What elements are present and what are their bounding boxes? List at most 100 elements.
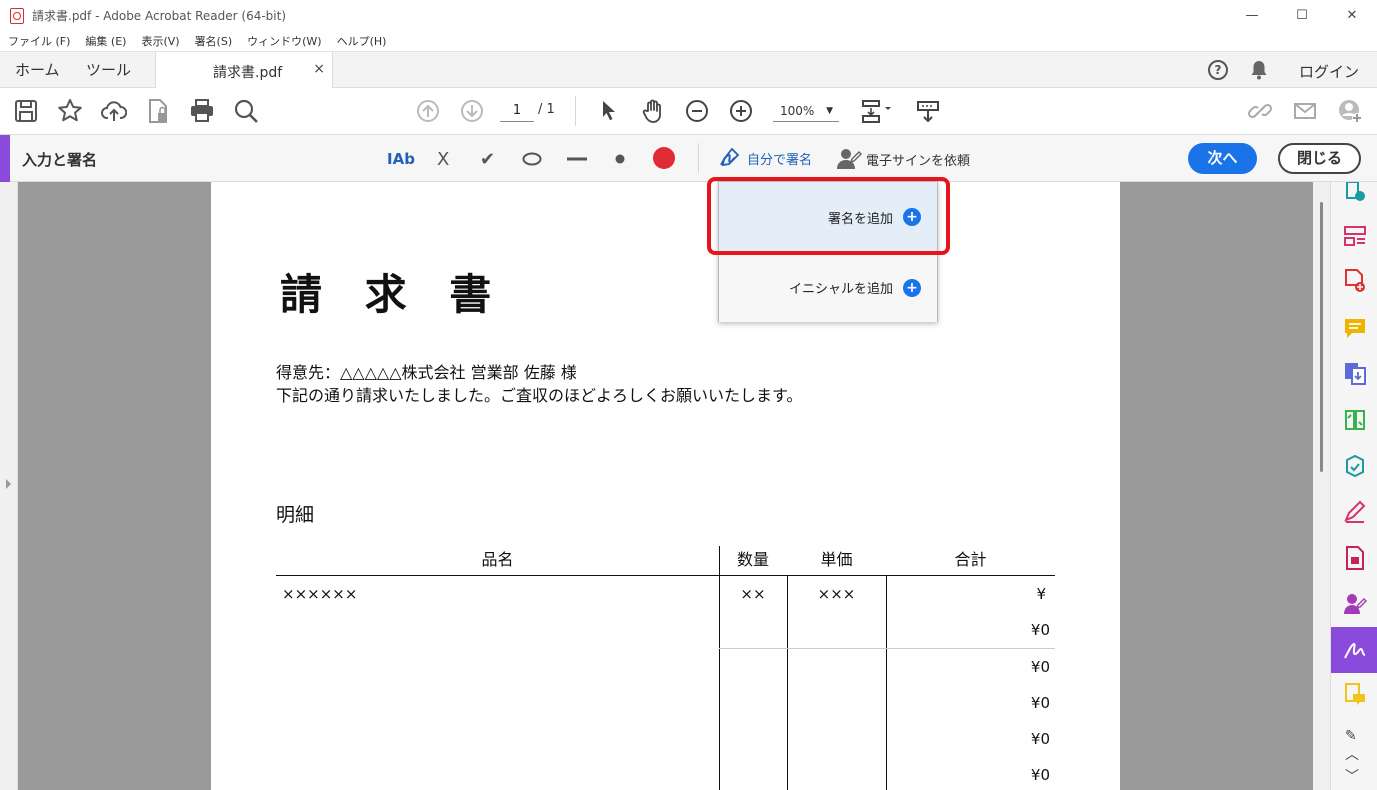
request-sign-label: 電子サインを依頼 bbox=[866, 153, 971, 169]
next-button[interactable]: 次へ bbox=[1188, 143, 1257, 174]
table-cell-total: ¥0 bbox=[1030, 658, 1050, 676]
page-fit-icon[interactable] bbox=[860, 98, 896, 124]
comment-icon[interactable] bbox=[1343, 316, 1367, 340]
chevron-down-icon[interactable]: ﹀ bbox=[1345, 766, 1359, 786]
left-panel-toggle[interactable] bbox=[0, 182, 18, 790]
column-header-item: 品名 bbox=[481, 550, 514, 569]
document-viewport[interactable]: 請 求 書 得意先：△△△△△株式会社 営業部 佐藤 様 下記の通り請求いたしま… bbox=[0, 182, 1330, 790]
share-link-icon[interactable] bbox=[1247, 98, 1273, 124]
add-text-tool[interactable]: IAb bbox=[387, 146, 415, 172]
compare-files-icon[interactable] bbox=[1343, 408, 1367, 432]
ellipse-tool[interactable] bbox=[522, 146, 542, 172]
chevron-down-icon: ▼ bbox=[826, 106, 833, 116]
menu-file[interactable]: ファイル (F) bbox=[0, 33, 77, 49]
upload-cloud-icon[interactable] bbox=[101, 98, 128, 124]
menu-window[interactable]: ウィンドウ(W) bbox=[239, 33, 328, 49]
scroll-mode-icon[interactable] bbox=[915, 98, 941, 124]
table-cell-qty: ×× bbox=[740, 585, 766, 603]
table-header-rule bbox=[276, 575, 1055, 576]
send-for-comments-icon[interactable] bbox=[1343, 682, 1367, 706]
menu-bar: ファイル (F) 編集 (E) 表示(V) 署名(S) ウィンドウ(W) ヘルプ… bbox=[0, 31, 1377, 51]
fill-and-sign-toolbar: 入力と署名 IAb X ✔ 自分で署名 電子サインを依頼 次へ 閉じる bbox=[0, 135, 1377, 182]
request-signatures-icon[interactable] bbox=[1343, 592, 1368, 616]
tab-tools[interactable]: ツール bbox=[86, 52, 131, 88]
organize-pages-icon[interactable] bbox=[1343, 224, 1367, 248]
help-icon[interactable]: ? bbox=[1208, 60, 1228, 80]
fill-sign-accent-bar bbox=[0, 135, 10, 182]
page-total: / 1 bbox=[538, 102, 555, 117]
request-sign-icon bbox=[837, 149, 862, 169]
plus-circle-icon: + bbox=[903, 278, 921, 297]
bookmark-star-icon[interactable] bbox=[57, 98, 83, 124]
search-icon[interactable] bbox=[233, 98, 259, 124]
self-sign-button[interactable]: 自分で署名 bbox=[717, 147, 812, 169]
title-bar: 請求書.pdf - Adobe Acrobat Reader (64-bit) … bbox=[0, 0, 1377, 31]
line-tool[interactable] bbox=[567, 146, 587, 172]
zoom-in-icon[interactable] bbox=[728, 98, 754, 124]
menu-sign[interactable]: 署名(S) bbox=[187, 33, 240, 49]
invoice-message: 下記の通り請求いたしました。ご査収のほどよろしくお願いいたします。 bbox=[276, 386, 803, 405]
add-initials-label: イニシャルを追加 bbox=[788, 282, 893, 297]
page-number-input[interactable]: 1 bbox=[500, 100, 534, 122]
share-user-icon[interactable] bbox=[1337, 98, 1363, 124]
close-tab-icon[interactable]: × bbox=[313, 61, 325, 77]
dot-tool[interactable] bbox=[615, 146, 625, 172]
menu-help[interactable]: ヘルプ(H) bbox=[329, 33, 394, 49]
column-header-total: 合計 bbox=[954, 550, 987, 569]
annotation-highlight-box bbox=[707, 177, 950, 255]
scan-ocr-icon[interactable] bbox=[1343, 454, 1367, 478]
table-cell-total: ¥0 bbox=[1030, 621, 1050, 639]
table-row-line bbox=[719, 648, 1055, 649]
fill-sign-active-tool[interactable] bbox=[1331, 627, 1377, 673]
checkmark-tool[interactable]: ✔ bbox=[480, 146, 495, 172]
pdf-page: 請 求 書 得意先：△△△△△株式会社 営業部 佐藤 様 下記の通り請求いたしま… bbox=[211, 182, 1120, 790]
column-header-qty: 数量 bbox=[736, 550, 769, 569]
protect-document-icon[interactable] bbox=[145, 98, 171, 124]
close-window-button[interactable]: ✕ bbox=[1327, 0, 1377, 31]
combine-files-icon[interactable] bbox=[1343, 361, 1367, 385]
chevron-up-icon[interactable]: ︿ bbox=[1345, 744, 1359, 764]
add-initials-menu-item[interactable]: イニシャルを追加 + bbox=[719, 252, 937, 322]
table-cell-price: ××× bbox=[817, 585, 856, 603]
menu-view[interactable]: 表示(V) bbox=[133, 33, 186, 49]
vertical-scrollbar[interactable] bbox=[1313, 182, 1330, 790]
minimize-button[interactable]: — bbox=[1227, 0, 1277, 31]
maximize-button[interactable]: ☐ bbox=[1277, 0, 1327, 31]
fill-sign-tool-icon[interactable] bbox=[1343, 500, 1367, 524]
scrollbar-thumb[interactable] bbox=[1320, 202, 1323, 472]
table-cell-total: ¥0 bbox=[1030, 694, 1050, 712]
table-cell-item: ×××××× bbox=[282, 585, 358, 603]
zoom-level-value: 100% bbox=[780, 104, 815, 118]
invoice-title: 請 求 書 bbox=[280, 270, 506, 319]
email-icon[interactable] bbox=[1292, 98, 1318, 124]
request-e-signature-button[interactable]: 電子サインを依頼 bbox=[836, 147, 970, 171]
cross-mark-tool[interactable]: X bbox=[437, 146, 449, 172]
tab-document-label: 請求書.pdf bbox=[213, 65, 283, 81]
protect-pdf-icon[interactable] bbox=[1343, 546, 1367, 570]
zoom-level-select[interactable]: 100% ▼ bbox=[773, 100, 839, 122]
signbar-divider bbox=[698, 143, 699, 173]
pen-signature-icon bbox=[1344, 642, 1366, 659]
print-icon[interactable] bbox=[189, 98, 215, 124]
color-picker-red[interactable] bbox=[653, 147, 675, 169]
tab-home[interactable]: ホーム bbox=[15, 52, 60, 88]
next-page-icon[interactable] bbox=[459, 98, 485, 124]
close-fill-sign-button[interactable]: 閉じる bbox=[1278, 143, 1361, 174]
wrench-icon[interactable]: ✎ bbox=[1345, 728, 1357, 744]
tab-document[interactable]: 請求書.pdf × bbox=[155, 52, 333, 89]
export-pdf-icon[interactable] bbox=[1343, 181, 1367, 206]
toolbar-divider bbox=[575, 96, 576, 126]
hand-tool-icon[interactable] bbox=[640, 98, 666, 124]
zoom-out-icon[interactable] bbox=[684, 98, 710, 124]
menu-edit[interactable]: 編集 (E) bbox=[77, 33, 133, 49]
save-icon[interactable] bbox=[13, 98, 39, 124]
table-column-line bbox=[719, 546, 720, 790]
column-header-price: 単価 bbox=[820, 550, 853, 569]
select-cursor-icon[interactable] bbox=[596, 98, 622, 124]
table-column-line bbox=[886, 576, 887, 790]
create-pdf-icon[interactable] bbox=[1343, 269, 1367, 293]
table-cell-total: ¥0 bbox=[1030, 766, 1050, 784]
login-button[interactable]: ログイン bbox=[1299, 61, 1359, 82]
previous-page-icon[interactable] bbox=[415, 98, 441, 124]
notification-bell-icon[interactable] bbox=[1250, 60, 1268, 80]
